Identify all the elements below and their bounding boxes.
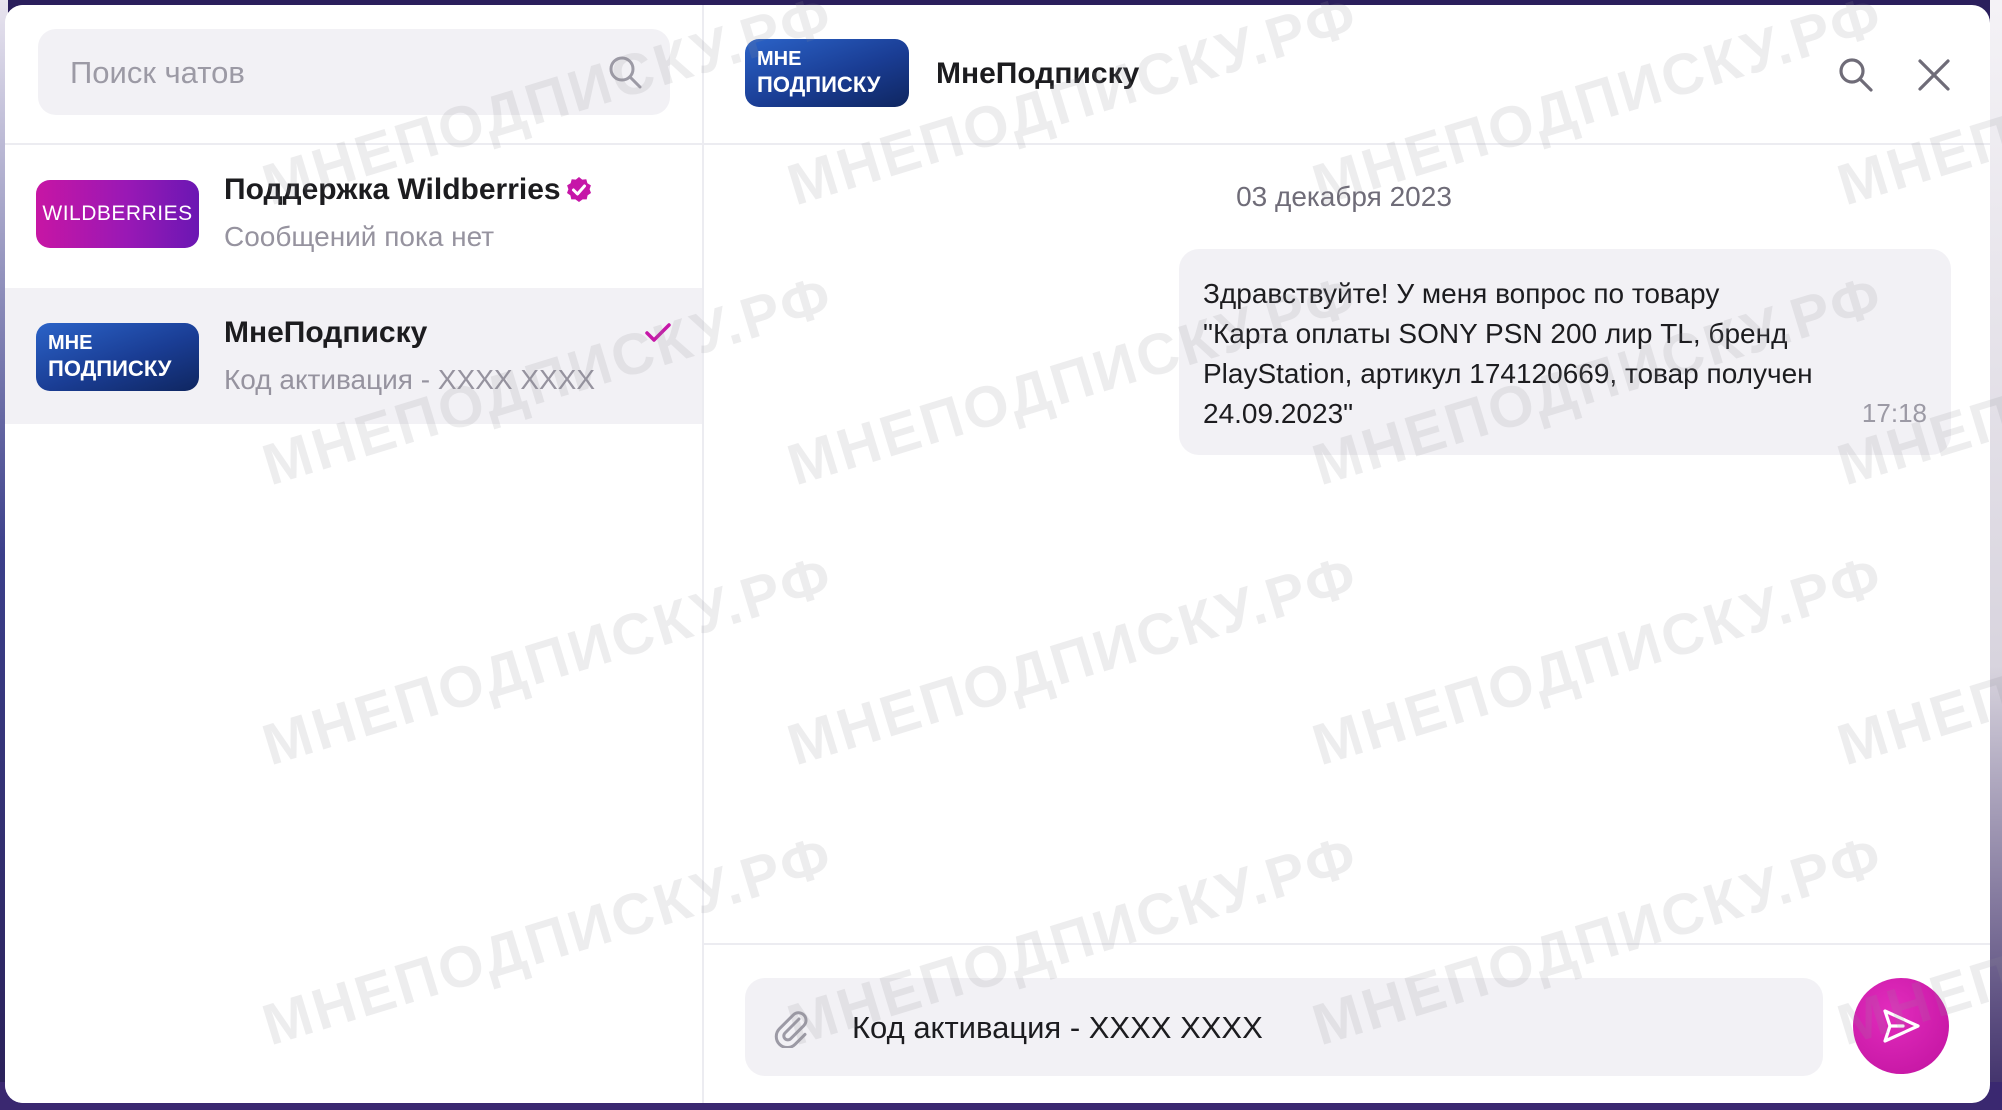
message-bubble: Здравствуйте! У меня вопрос по товару "К… — [1179, 249, 1951, 455]
chat-modal: WILDBERRIES Поддержка Wildberries Сообще… — [5, 5, 1990, 1103]
avatar-mnepodpisku: МНЕ ПОДПИСКУ — [36, 323, 199, 391]
avatar-line1: МНЕ — [48, 332, 93, 354]
chat-search-box[interactable] — [38, 29, 670, 117]
chat-item-mnepodpisku[interactable]: МНЕ ПОДПИСКУ МнеПодписку Код активация -… — [5, 288, 702, 424]
close-icon[interactable] — [1916, 57, 1952, 93]
verified-badge-icon — [567, 177, 591, 202]
date-separator: 03 декабря 2023 — [1236, 181, 1452, 212]
search-icon[interactable] — [606, 53, 644, 91]
send-button[interactable] — [1853, 978, 1949, 1074]
composer-divider — [704, 943, 1990, 945]
message-time: 17:18 — [1861, 398, 1927, 428]
paperclip-icon[interactable] — [769, 1006, 811, 1048]
chat-name: Поддержка Wildberries — [224, 173, 561, 206]
send-icon — [1883, 1009, 1920, 1043]
avatar-wildberries: WILDBERRIES — [36, 180, 199, 248]
chat-preview: Сообщений пока нет — [224, 221, 495, 252]
chat-preview: Код активация - XXXX XXXX — [224, 364, 596, 395]
avatar-line1: МНЕ — [757, 48, 802, 70]
chat-search-input[interactable] — [68, 29, 592, 117]
read-check-icon — [645, 323, 671, 342]
avatar-line2: ПОДПИСКУ — [48, 356, 172, 381]
search-icon[interactable] — [1836, 55, 1876, 95]
conversation-panel: МНЕ ПОДПИСКУ МнеПодписку 03 декабря 2023… — [704, 5, 1990, 1103]
backdrop-right — [1990, 0, 2002, 1110]
chat-name: МнеПодписку — [224, 316, 428, 349]
conversation-header: МНЕ ПОДПИСКУ МнеПодписку — [704, 5, 1990, 145]
conversation-avatar: МНЕ ПОДПИСКУ — [745, 39, 909, 107]
chat-list-sidebar: WILDBERRIES Поддержка Wildberries Сообще… — [5, 5, 704, 1103]
message-composer[interactable] — [745, 978, 1823, 1078]
conversation-title: МнеПодписку — [936, 57, 1140, 90]
chat-item-wildberries[interactable]: WILDBERRIES Поддержка Wildberries Сообще… — [5, 145, 702, 281]
avatar-line2: ПОДПИСКУ — [757, 72, 881, 97]
avatar-wildberries-text: WILDBERRIES — [42, 202, 193, 225]
message-text: Здравствуйте! У меня вопрос по товару "К… — [1203, 278, 1813, 429]
message-input[interactable] — [850, 978, 1804, 1078]
